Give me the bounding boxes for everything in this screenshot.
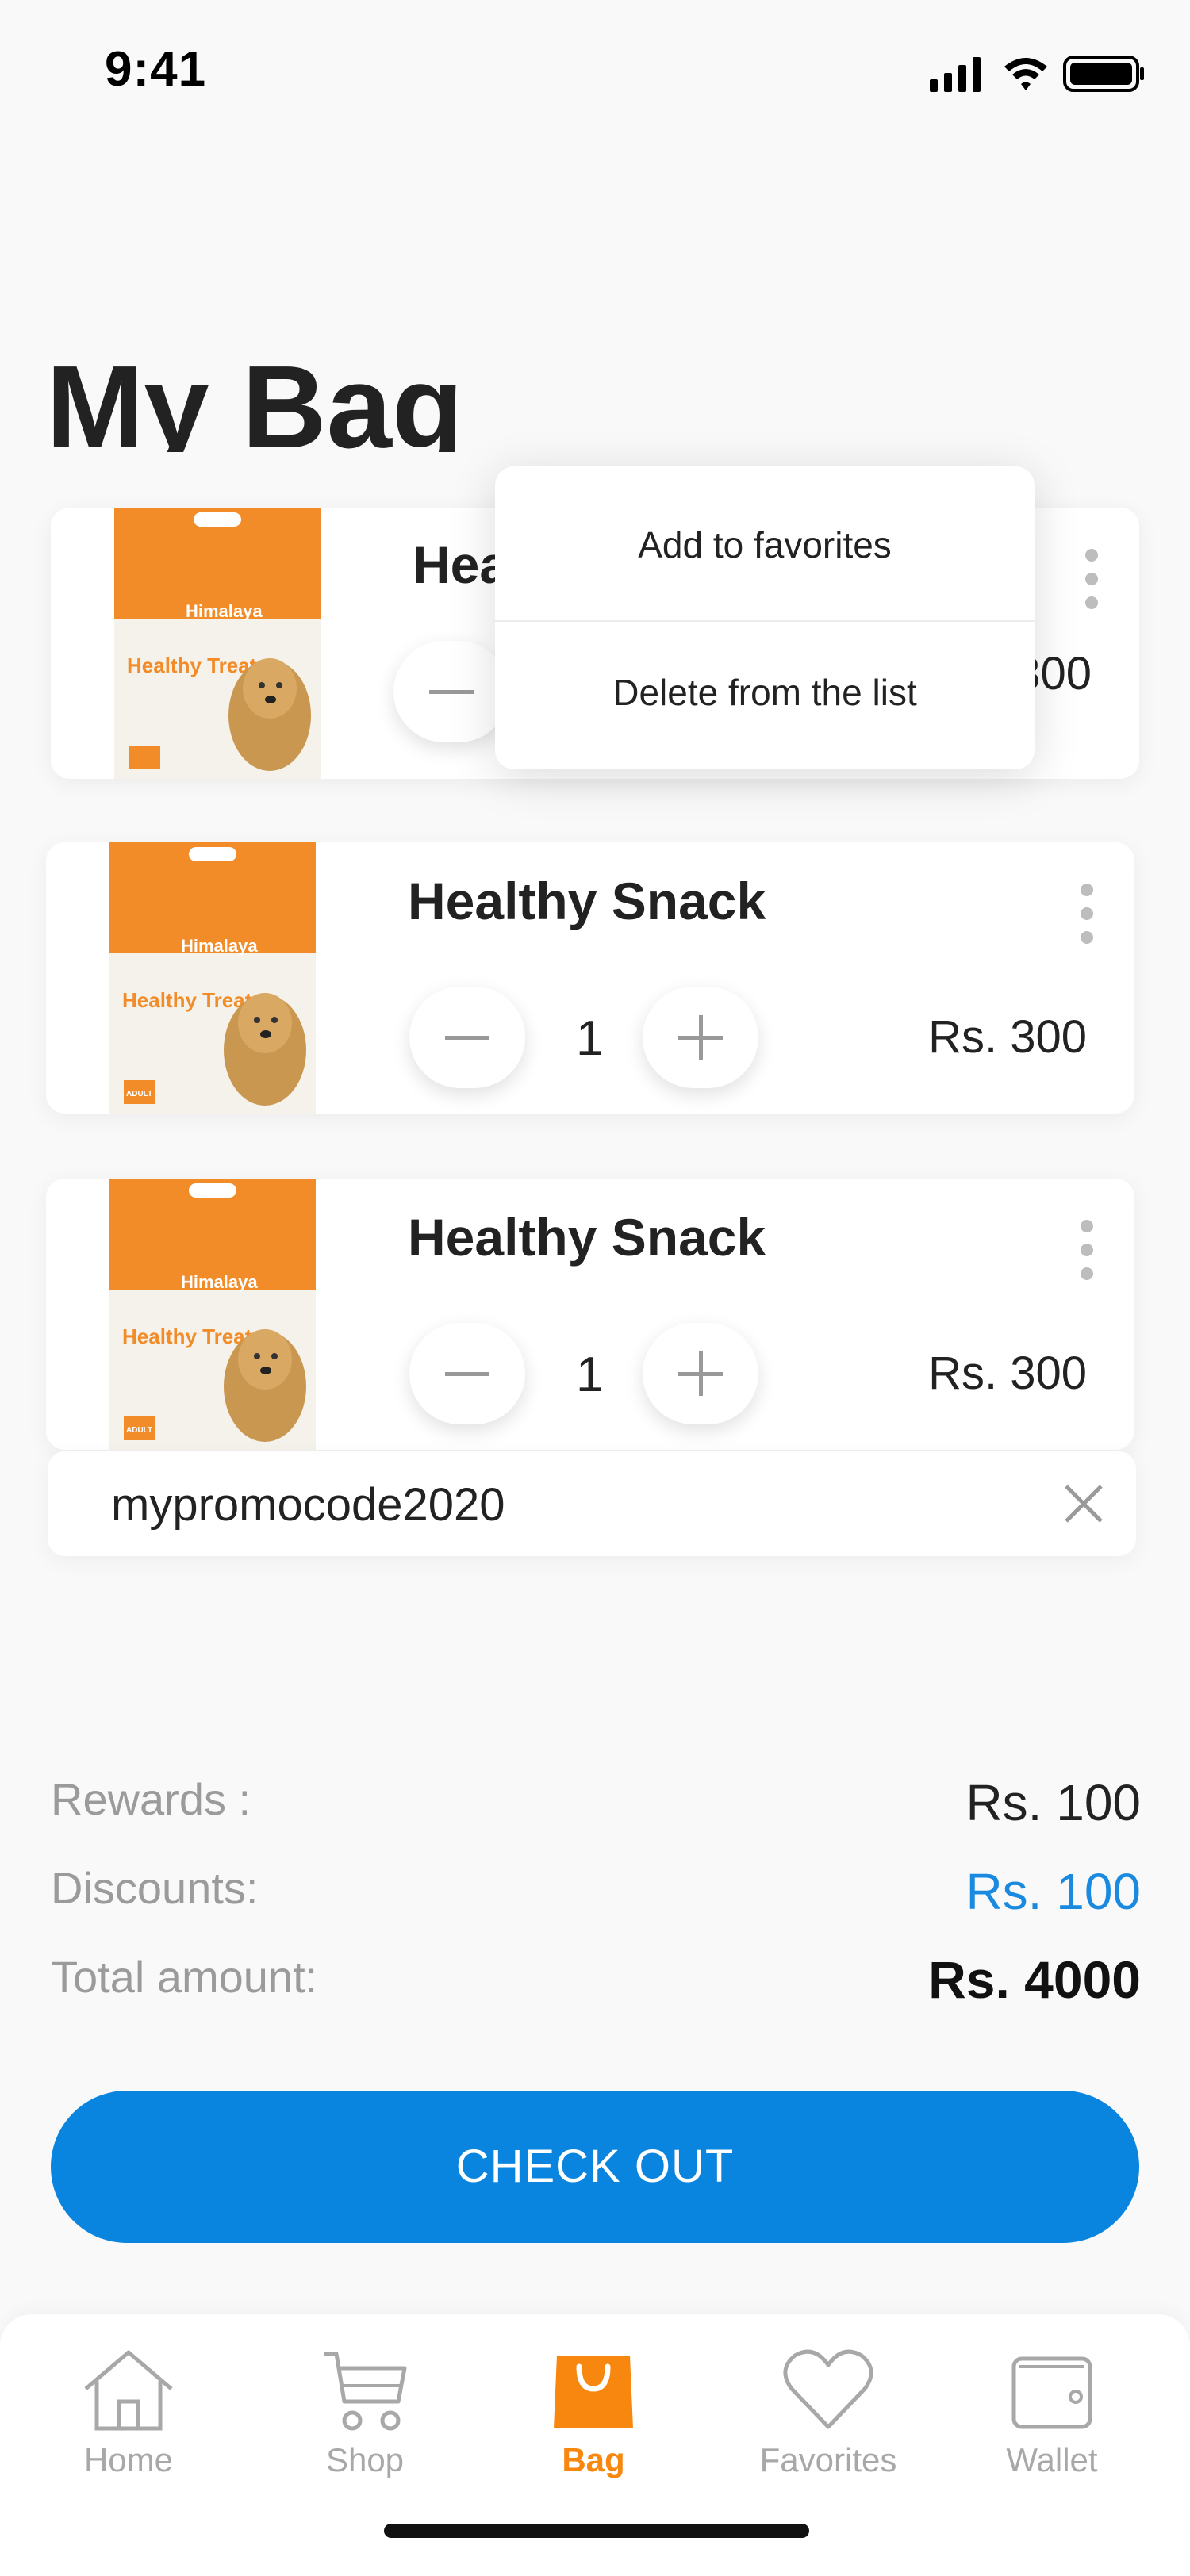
brand-logo-text: Himalaya [181, 1272, 258, 1292]
item-price: Rs. 300 [928, 1011, 1087, 1063]
badge-text: ADULT [126, 1426, 152, 1435]
increase-quantity-button[interactable] [643, 987, 758, 1088]
wifi-icon [1004, 58, 1047, 90]
rewards-label: Rewards : [51, 1774, 251, 1824]
tab-home[interactable]: Home [49, 2346, 208, 2497]
decrease-quantity-button[interactable] [393, 641, 509, 742]
decrease-quantity-button[interactable] [409, 1323, 525, 1424]
menu-item-delete[interactable]: Delete from the list [495, 671, 1035, 714]
tab-wallet-label: Wallet [1006, 2441, 1098, 2478]
tab-home-label: Home [83, 2441, 174, 2478]
checkout-button[interactable]: CHECK OUT [51, 2091, 1139, 2243]
brand-logo-text: Himalaya [181, 936, 258, 956]
total-amount-label: Total amount: [51, 1952, 318, 2002]
item-context-menu: Add to favorites Delete from the list [495, 466, 1035, 769]
product-image: Himalaya Healthy Treats ADULT [46, 1179, 379, 1450]
status-icons [930, 56, 1144, 92]
tab-favorites-label: Favorites [759, 2441, 897, 2478]
brand-logo-text: Himalaya [186, 601, 263, 621]
item-price: Rs. 300 [928, 1347, 1087, 1399]
more-options-icon[interactable] [1084, 547, 1100, 611]
discounts-label: Discounts: [51, 1863, 259, 1913]
product-image: Himalaya Healthy Treats ADULT [46, 842, 379, 1114]
tab-favorites[interactable]: Favorites [749, 2346, 908, 2497]
item-name: Healthy Snack [408, 872, 766, 930]
close-icon[interactable] [1061, 1482, 1106, 1526]
discounts-value: Rs. 100 [965, 1863, 1141, 1920]
heart-icon [783, 2349, 873, 2429]
status-time: 9:41 [105, 42, 207, 97]
minus-icon [445, 1372, 489, 1376]
menu-divider [495, 620, 1035, 622]
total-amount-value: Rs. 4000 [928, 1950, 1141, 2009]
plus-icon [678, 1015, 723, 1060]
tab-wallet[interactable]: Wallet [973, 2346, 1131, 2497]
more-options-icon[interactable] [1079, 1218, 1095, 1282]
more-options-icon[interactable] [1079, 882, 1095, 945]
promo-code-field[interactable]: mypromocode2020 [48, 1451, 1136, 1556]
tab-shop[interactable]: Shop [286, 2346, 444, 2497]
bag-item-card[interactable]: Himalaya Healthy Treats ADULT Healthy Sn… [46, 1179, 1134, 1450]
page: 9:41 My Bag Himalaya Healthy Treats 300 … [0, 0, 1190, 2576]
menu-item-add-to-favorites[interactable]: Add to favorites [495, 523, 1035, 566]
item-name: Healthy Snack [408, 1208, 766, 1267]
title-area: My Bag [0, 317, 1190, 453]
minus-icon [445, 1036, 489, 1040]
signal-icon [930, 57, 981, 92]
minus-icon [429, 690, 474, 694]
bag-icon [554, 2356, 633, 2428]
tab-bag-label: Bag [562, 2441, 625, 2478]
rewards-value: Rs. 100 [965, 1774, 1141, 1831]
decrease-quantity-button[interactable] [409, 987, 525, 1088]
bag-item-card[interactable]: Himalaya Healthy Treats ADULT Healthy Sn… [46, 842, 1134, 1114]
item-quantity: 1 [576, 1011, 604, 1066]
increase-quantity-button[interactable] [643, 1323, 758, 1424]
product-image: Himalaya Healthy Treats [51, 508, 384, 779]
home-icon [84, 2350, 173, 2431]
page-title: My Bag [46, 342, 464, 453]
badge-text: ADULT [126, 1090, 152, 1098]
plus-icon [678, 1351, 723, 1396]
tab-bag[interactable]: Bag [514, 2346, 673, 2497]
item-quantity: 1 [576, 1347, 604, 1402]
promo-code-value[interactable]: mypromocode2020 [111, 1478, 505, 1531]
home-indicator [384, 2524, 809, 2538]
wallet-icon [1012, 2356, 1092, 2429]
cart-icon [324, 2352, 407, 2431]
tab-shop-label: Shop [325, 2441, 405, 2478]
battery-icon [1063, 56, 1144, 92]
